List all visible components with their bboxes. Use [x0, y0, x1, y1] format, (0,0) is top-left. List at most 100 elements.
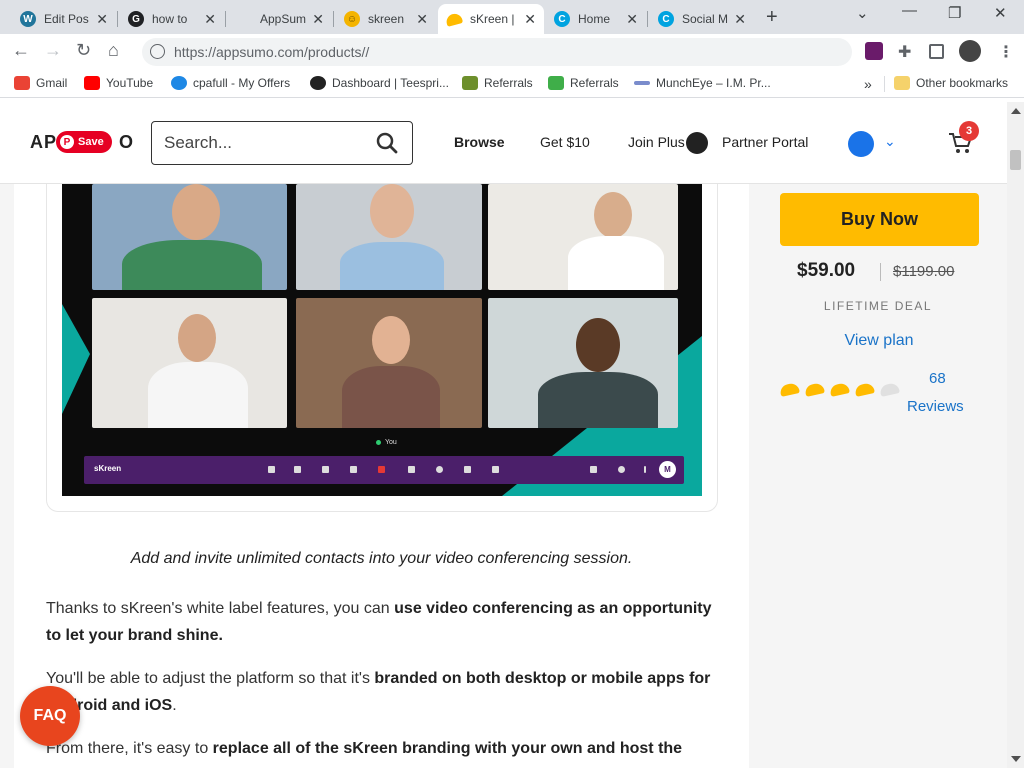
- scroll-up-arrow-icon[interactable]: [1011, 108, 1021, 114]
- paragraph-bold-text: replace all of the sKreen branding with …: [212, 740, 683, 757]
- pinterest-save-button[interactable]: P Save: [56, 131, 112, 153]
- minimize-icon[interactable]: —: [902, 2, 917, 19]
- google-lens-icon[interactable]: [686, 132, 708, 154]
- bookmark-cpafull[interactable]: cpafull - My Offers: [171, 76, 290, 90]
- close-tab-icon[interactable]: ✕: [204, 11, 216, 28]
- logo-text-left: AP: [30, 132, 58, 152]
- site-header: AP O P Save Browse Get $10 Join Plus Part…: [0, 102, 1007, 184]
- page-scrollbar[interactable]: [1007, 102, 1024, 768]
- reviews-link[interactable]: Reviews: [907, 398, 964, 415]
- home-icon[interactable]: ⌂: [108, 40, 119, 61]
- settings-icon: [322, 466, 329, 473]
- tab-title: sKreen |: [470, 12, 515, 26]
- browser-tab[interactable]: ☺ skreen ✕: [336, 4, 436, 34]
- extensions-puzzle-icon[interactable]: ✚: [898, 42, 916, 61]
- chat-icon: [464, 466, 471, 473]
- video-tile: [92, 184, 287, 290]
- nav-join-plus[interactable]: Join Plus: [628, 134, 685, 150]
- video-tile: [296, 184, 482, 290]
- close-window-icon[interactable]: ✕: [994, 4, 1007, 22]
- bookmark-label: Dashboard | Teespri...: [332, 76, 449, 90]
- nav-partner-portal[interactable]: Partner Portal: [722, 134, 808, 150]
- current-price: $59.00: [797, 260, 856, 281]
- participant-face: [178, 314, 216, 362]
- browser-menu-icon[interactable]: ⋮: [998, 42, 1016, 61]
- participant-face: [172, 184, 220, 240]
- leaf-icon: [548, 76, 564, 90]
- tab-title: how to: [152, 12, 188, 26]
- nav-browse[interactable]: Browse: [454, 134, 505, 150]
- back-arrow-icon[interactable]: ←: [12, 40, 30, 61]
- tab-search-chevron-icon[interactable]: ⌄: [856, 4, 869, 22]
- browser-tab[interactable]: W Edit Pos ✕: [12, 4, 116, 34]
- taco-filled-icon: [854, 382, 875, 397]
- nav-get-10[interactable]: Get $10: [540, 134, 590, 150]
- cart-count-badge: 3: [959, 121, 979, 141]
- side-panel-icon[interactable]: [929, 44, 944, 59]
- buy-now-button[interactable]: Buy Now: [780, 193, 979, 246]
- close-tab-icon[interactable]: ✕: [734, 11, 746, 28]
- taco-filled-icon: [804, 382, 825, 397]
- teespring-icon: [310, 76, 326, 90]
- close-tab-icon[interactable]: ✕: [312, 11, 324, 28]
- bookmark-teespring[interactable]: Dashboard | Teespri...: [310, 76, 449, 90]
- video-tile: [488, 298, 678, 428]
- bookmark-referrals[interactable]: Referrals: [462, 76, 533, 90]
- browser-tab[interactable]: G how to ✕: [120, 4, 224, 34]
- reload-icon[interactable]: ↻: [76, 40, 91, 61]
- product-screenshot[interactable]: You sKreen M: [62, 184, 702, 496]
- scroll-down-arrow-icon[interactable]: [1011, 756, 1021, 762]
- blank-page-icon: [236, 11, 252, 27]
- address-bar[interactable]: https://appsumo.com/products//: [142, 38, 852, 66]
- browser-tab[interactable]: C Home ✕: [546, 4, 646, 34]
- tab-title: AppSum: [260, 12, 307, 26]
- faq-button[interactable]: FAQ: [20, 686, 80, 746]
- close-tab-icon[interactable]: ✕: [626, 11, 638, 28]
- product-description: You sKreen M Add and invite unlimited co…: [14, 184, 749, 768]
- purchase-sidebar: Buy Now $59.00 $1199.00 LIFETIME DEAL Vi…: [749, 184, 1007, 768]
- bookmarks-bar: Gmail YouTube cpafull - My Offers Dashbo…: [0, 70, 1024, 98]
- muncheye-icon: [634, 81, 650, 85]
- grid-view-icon: [590, 466, 597, 473]
- site-info-icon[interactable]: [150, 44, 165, 59]
- bookmark-label: Other bookmarks: [916, 76, 1009, 90]
- price-divider: [880, 263, 881, 281]
- record-icon: [436, 466, 443, 473]
- share-icon: [350, 466, 357, 473]
- bookmark-gmail[interactable]: Gmail: [14, 76, 67, 90]
- folder-icon: [894, 76, 910, 90]
- forward-arrow-icon[interactable]: →: [44, 40, 62, 61]
- emoji-icon: ☺: [344, 11, 360, 27]
- you-label: You: [385, 439, 397, 446]
- browser-tab[interactable]: AppSum ✕: [228, 4, 332, 34]
- tab-separator: [333, 11, 334, 27]
- bookmark-label: YouTube: [106, 76, 154, 90]
- chevron-down-icon[interactable]: ⌄: [884, 133, 896, 150]
- close-tab-icon[interactable]: ✕: [416, 11, 428, 28]
- new-tab-plus-icon[interactable]: +: [766, 6, 778, 29]
- close-tab-icon[interactable]: ✕: [524, 11, 536, 28]
- reviews-count-link[interactable]: 68: [929, 370, 946, 387]
- profile-avatar[interactable]: [959, 40, 981, 62]
- browser-tab-active[interactable]: sKreen | ✕: [438, 4, 544, 34]
- close-tab-icon[interactable]: ✕: [96, 11, 108, 28]
- user-account-icon[interactable]: [848, 131, 874, 157]
- search-icon[interactable]: [376, 132, 398, 154]
- scrollbar-thumb[interactable]: [1010, 150, 1021, 170]
- bookmark-other[interactable]: Other bookmarks: [894, 76, 1008, 90]
- browser-tab[interactable]: C Social M ✕: [650, 4, 754, 34]
- taco-filled-icon: [779, 382, 800, 397]
- bookmark-referrals[interactable]: Referrals: [548, 76, 619, 90]
- taco-empty-icon: [879, 382, 900, 397]
- view-plan-link[interactable]: View plan: [749, 332, 1009, 350]
- bookmark-muncheye[interactable]: MunchEye – I.M. Pr...: [634, 76, 771, 90]
- extension-icon[interactable]: [865, 42, 883, 60]
- paragraph-text: Thanks to sKreen's white label features,…: [46, 600, 395, 617]
- restore-window-icon[interactable]: ❐: [948, 4, 961, 22]
- more-bookmarks-icon[interactable]: »: [864, 76, 872, 92]
- body-paragraph: Thanks to sKreen's white label features,…: [46, 595, 726, 649]
- bookmark-label: MunchEye – I.M. Pr...: [656, 76, 771, 90]
- bookmark-youtube[interactable]: YouTube: [84, 76, 153, 90]
- participant-avatar: M: [659, 461, 676, 478]
- search-input[interactable]: [164, 133, 364, 153]
